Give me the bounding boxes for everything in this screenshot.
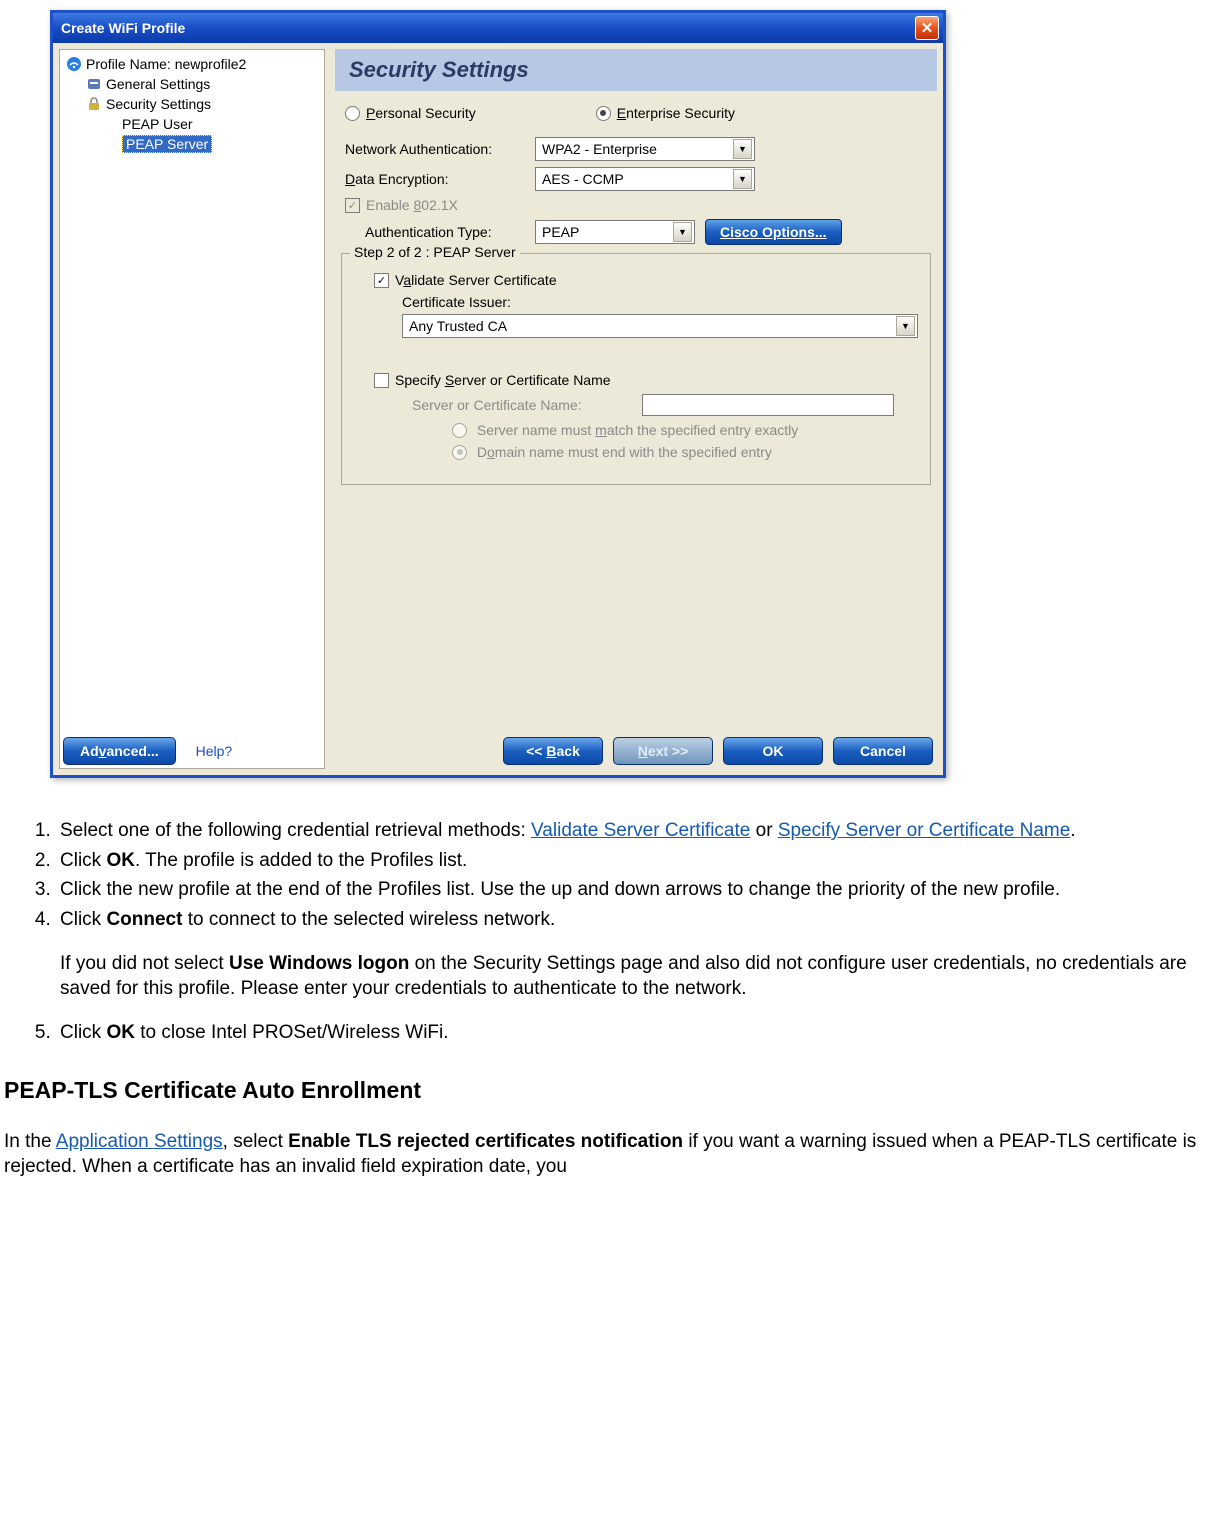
link-application-settings[interactable]: Application Settings — [56, 1131, 223, 1152]
input-server-cert-name — [642, 394, 894, 416]
profile-name-value: newprofile2 — [175, 56, 247, 72]
label-server-cert-name: Server or Certificate Name: — [412, 397, 642, 413]
chevron-down-icon: ▼ — [673, 222, 692, 242]
profile-name-label: Profile Name: — [86, 56, 171, 72]
cisco-options-button[interactable]: Cisco Options... — [705, 219, 842, 245]
chevron-down-icon: ▼ — [733, 139, 752, 159]
page-header: Security Settings — [335, 49, 937, 91]
tree-item-label: Security Settings — [106, 96, 211, 112]
radio-label: nterprise Security — [626, 105, 735, 121]
dropdown-value: Any Trusted CA — [409, 318, 507, 334]
dropdown-data-encryption[interactable]: AES - CCMP ▼ — [535, 167, 755, 191]
radio-icon — [345, 106, 360, 121]
checkbox-specify-server-name[interactable] — [374, 373, 389, 388]
window-title: Create WiFi Profile — [61, 20, 915, 36]
dropdown-value: PEAP — [542, 224, 579, 240]
tree-peap-user[interactable]: PEAP User — [62, 114, 322, 134]
dropdown-network-auth[interactable]: WPA2 - Enterprise ▼ — [535, 137, 755, 161]
chevron-down-icon: ▼ — [896, 316, 915, 336]
dialog-button-bar: Advanced... Help? << Back Next >> OK Can… — [63, 737, 933, 765]
tree-profile-root[interactable]: Profile Name: newprofile2 — [62, 54, 322, 74]
step-3: Click the new profile at the end of the … — [56, 877, 1205, 903]
label-cert-issuer: Certificate Issuer: — [402, 294, 918, 310]
advanced-button[interactable]: Advanced... — [63, 737, 176, 765]
label-network-auth: Network Authentication: — [345, 141, 535, 157]
section-heading: PEAP-TLS Certificate Auto Enrollment — [4, 1075, 1205, 1106]
cancel-button[interactable]: Cancel — [833, 737, 933, 765]
ok-button[interactable]: OK — [723, 737, 823, 765]
close-button[interactable]: ✕ — [915, 16, 939, 40]
dropdown-auth-type[interactable]: PEAP ▼ — [535, 220, 695, 244]
link-specify-server-name[interactable]: Specify Server or Certificate Name — [778, 820, 1071, 841]
next-button: Next >> — [613, 737, 713, 765]
label-data-encryption: ata Encryption: — [355, 171, 448, 187]
step-5: Click OK to close Intel PROSet/Wireless … — [56, 1020, 1205, 1046]
tree-item-label: PEAP User — [122, 116, 193, 132]
final-paragraph: In the Application Settings, select Enab… — [4, 1129, 1205, 1180]
wifi-icon — [66, 56, 82, 72]
label-auth-type: Authentication Type: — [365, 224, 535, 240]
step-1: Select one of the following credential r… — [56, 818, 1205, 844]
radio-personal-security[interactable]: Personal Security — [345, 105, 476, 121]
profile-tree: Profile Name: newprofile2 General Settin… — [59, 49, 325, 769]
tree-item-label: General Settings — [106, 76, 210, 92]
titlebar: Create WiFi Profile ✕ — [53, 13, 943, 43]
tree-security-settings[interactable]: Security Settings — [62, 94, 322, 114]
dropdown-value: WPA2 - Enterprise — [542, 141, 657, 157]
radio-icon — [452, 423, 467, 438]
content-pane: Security Settings Personal Security Ente… — [325, 49, 937, 769]
tree-general-settings[interactable]: General Settings — [62, 74, 322, 94]
radio-icon — [452, 445, 467, 460]
groupbox-legend: Step 2 of 2 : PEAP Server — [350, 244, 520, 260]
tree-item-label: PEAP Server — [122, 135, 212, 153]
close-icon: ✕ — [921, 19, 934, 37]
link-validate-server-cert[interactable]: Validate Server Certificate — [531, 820, 750, 841]
radio-icon — [596, 106, 611, 121]
radio-label: ersonal Security — [375, 105, 475, 121]
dropdown-cert-issuer[interactable]: Any Trusted CA ▼ — [402, 314, 918, 338]
groupbox-peap-server: Step 2 of 2 : PEAP Server ✓ Validate Ser… — [341, 253, 931, 485]
general-icon — [86, 76, 102, 92]
step-2: Click OK. The profile is added to the Pr… — [56, 848, 1205, 874]
step-4: Click Connect to connect to the selected… — [56, 907, 1205, 1002]
lock-icon — [86, 96, 102, 112]
checkbox-enable-8021x: ✓ — [345, 198, 360, 213]
help-link[interactable]: Help? — [196, 743, 233, 759]
back-button[interactable]: << Back — [503, 737, 603, 765]
instruction-text: Select one of the following credential r… — [0, 778, 1209, 1180]
create-wifi-profile-dialog: Create WiFi Profile ✕ Profile Name: newp… — [50, 10, 946, 778]
checkbox-validate-server-cert[interactable]: ✓ — [374, 273, 389, 288]
radio-enterprise-security[interactable]: Enterprise Security — [596, 105, 735, 121]
chevron-down-icon: ▼ — [733, 169, 752, 189]
dropdown-value: AES - CCMP — [542, 171, 624, 187]
tree-peap-server[interactable]: PEAP Server — [62, 134, 322, 154]
